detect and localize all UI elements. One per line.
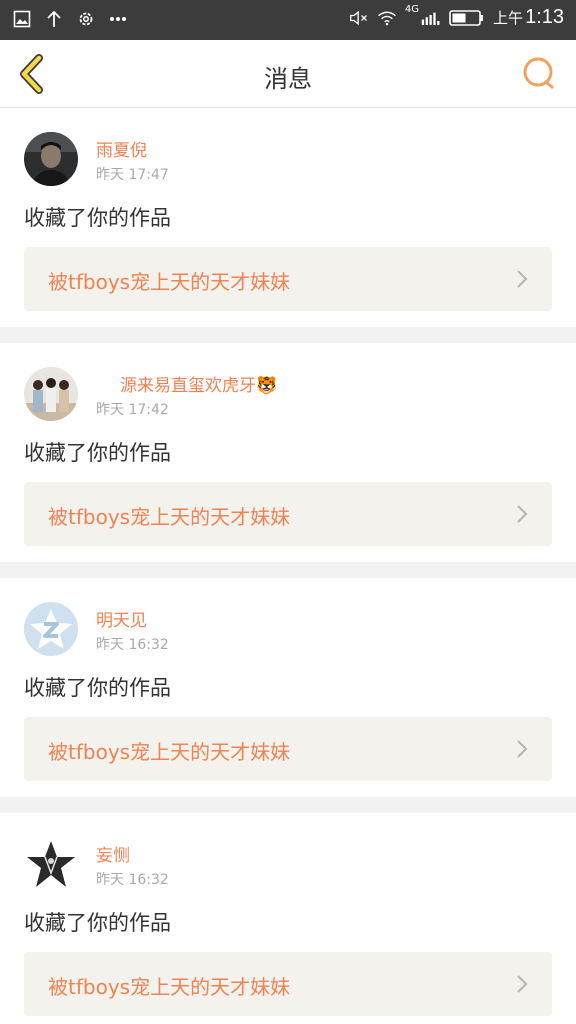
gear-icon — [76, 9, 96, 29]
avatar[interactable] — [24, 132, 78, 186]
message-list: 雨夏倪 昨天 17:47 收藏了你的作品 被tfboys宠上天的天才妹妹 源来易… — [0, 108, 576, 1024]
username[interactable]: 妄恻 — [96, 841, 130, 866]
chevron-right-icon — [517, 505, 528, 523]
chevron-right-icon — [517, 270, 528, 288]
work-title: 被tfboys宠上天的天才妹妹 — [48, 505, 291, 529]
top-nav-bar: 消息 — [0, 40, 576, 108]
tiger-emoji: 🐯 — [256, 376, 278, 396]
timestamp: 昨天 16:32 — [96, 637, 169, 653]
action-text: 收藏了你的作品 — [24, 441, 171, 465]
avatar[interactable] — [24, 602, 78, 656]
work-link[interactable]: 被tfboys宠上天的天才妹妹 — [24, 482, 552, 546]
clock: 1:13 — [525, 6, 564, 28]
username[interactable]: 源来易直玺欢虎牙🐯 — [120, 371, 277, 396]
username[interactable]: 明天见 — [96, 606, 147, 631]
mute-icon — [349, 8, 369, 28]
work-title: 被tfboys宠上天的天才妹妹 — [48, 975, 291, 999]
work-link[interactable]: 被tfboys宠上天的天才妹妹 — [24, 952, 552, 1016]
signal-icon — [421, 8, 441, 28]
message-card: 妄恻 昨天 16:32 收藏了你的作品 被tfboys宠上天的天才妹妹 — [0, 813, 576, 1024]
work-link[interactable]: 被tfboys宠上天的天才妹妹 — [24, 717, 552, 781]
username[interactable]: 雨夏倪 — [96, 136, 147, 161]
chevron-right-icon — [517, 975, 528, 993]
wifi-icon — [377, 8, 397, 28]
avatar[interactable] — [24, 367, 78, 421]
action-text: 收藏了你的作品 — [24, 206, 171, 230]
work-title: 被tfboys宠上天的天才妹妹 — [48, 740, 291, 764]
message-card: 明天见 昨天 16:32 收藏了你的作品 被tfboys宠上天的天才妹妹 — [0, 578, 576, 797]
action-text: 收藏了你的作品 — [24, 911, 171, 935]
default-qzone-avatar — [24, 602, 78, 656]
timestamp: 昨天 17:42 — [96, 402, 169, 418]
photo-avatar — [24, 132, 78, 186]
message-card: 源来易直玺欢虎牙🐯 昨天 17:42 收藏了你的作品 被tfboys宠上天的天才… — [0, 343, 576, 562]
more-dots-icon — [108, 9, 128, 29]
group-photo-avatar — [24, 367, 78, 421]
work-link[interactable]: 被tfboys宠上天的天才妹妹 — [24, 247, 552, 311]
search-icon — [523, 57, 554, 89]
avatar[interactable] — [24, 837, 78, 891]
chevron-right-icon — [517, 740, 528, 758]
pentagram-goat-avatar — [24, 837, 78, 891]
network-type: 4G — [404, 4, 420, 15]
image-icon — [12, 9, 32, 29]
action-text: 收藏了你的作品 — [24, 676, 171, 700]
work-title: 被tfboys宠上天的天才妹妹 — [48, 270, 291, 294]
search-button[interactable] — [520, 54, 558, 92]
username-text: 源来易直玺欢虎牙 — [120, 376, 256, 396]
message-card: 雨夏倪 昨天 17:47 收藏了你的作品 被tfboys宠上天的天才妹妹 — [0, 108, 576, 327]
timestamp: 昨天 16:32 — [96, 872, 169, 888]
timestamp: 昨天 17:47 — [96, 167, 169, 183]
upload-arrow-icon — [44, 9, 64, 29]
am-pm-label: 上午 — [493, 9, 524, 27]
page-title: 消息 — [264, 65, 312, 93]
status-bar: 4G 上午 1:13 — [0, 0, 576, 40]
battery-icon — [449, 8, 485, 28]
